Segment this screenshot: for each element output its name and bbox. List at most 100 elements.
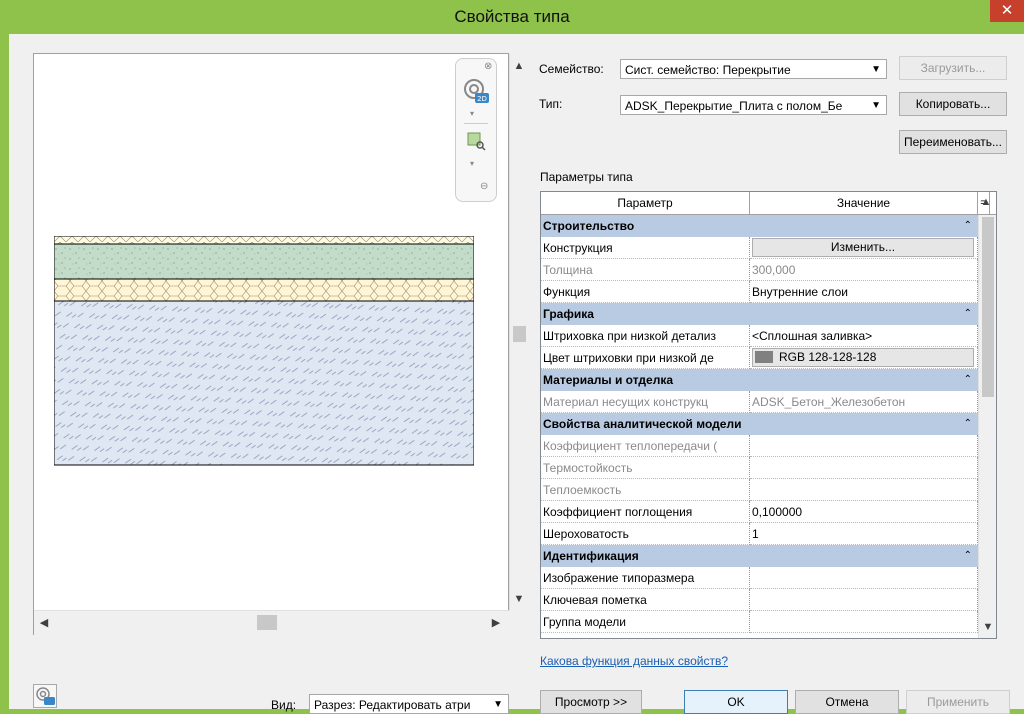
- column-header-parameter[interactable]: Параметр: [541, 192, 750, 214]
- column-header-value[interactable]: Значение: [750, 192, 978, 214]
- navbar-options-icon[interactable]: ⊖: [480, 181, 488, 192]
- grid-rows: Строительство ⌃ Конструкция Изменить... …: [541, 215, 978, 633]
- param-name: Штриховка при низкой детализ: [541, 325, 750, 347]
- rename-button[interactable]: Переименовать...: [899, 130, 1007, 154]
- param-name: Термостойкость: [541, 457, 750, 479]
- collapse-icon[interactable]: ⌃: [964, 215, 972, 237]
- window-title: Свойства типа: [454, 7, 570, 26]
- color-value: RGB 128-128-128: [779, 350, 877, 364]
- view-2d-icon[interactable]: [33, 684, 57, 708]
- scroll-right-icon[interactable]: ▶: [488, 615, 504, 631]
- collapse-icon[interactable]: ⌃: [964, 303, 972, 325]
- param-name: Шероховатость: [541, 523, 750, 545]
- table-row[interactable]: Изображение типоразмера: [541, 567, 978, 589]
- param-name: Изображение типоразмера: [541, 567, 750, 589]
- help-link[interactable]: Какова функция данных свойств?: [540, 654, 728, 668]
- param-name: Коэффициент поглощения: [541, 501, 750, 523]
- param-value: [750, 479, 978, 501]
- preview-button[interactable]: Просмотр >>: [540, 690, 642, 714]
- view-combo[interactable]: Разрез: Редактировать атри ▼: [309, 694, 509, 714]
- view-label: Вид:: [271, 698, 297, 712]
- param-value[interactable]: <Сплошная заливка>: [750, 325, 978, 347]
- chevron-down-icon: ▼: [871, 64, 881, 75]
- group-row-graphics[interactable]: Графика ⌃: [541, 303, 978, 325]
- type-value: ADSK_Перекрытие_Плита с полом_Бе: [625, 99, 843, 113]
- zoom-region-icon[interactable]: [466, 131, 486, 151]
- family-combo[interactable]: Сист. семейство: Перекрытие ▼: [620, 59, 887, 79]
- table-row[interactable]: Термостойкость: [541, 457, 978, 479]
- table-row[interactable]: Штриховка при низкой детализ <Сплошная з…: [541, 325, 978, 347]
- navbar-close-icon[interactable]: ⊗: [484, 61, 492, 72]
- preview-hscroll-thumb[interactable]: [257, 615, 277, 630]
- load-button[interactable]: Загрузить...: [899, 56, 1007, 80]
- copy-button[interactable]: Копировать...: [899, 92, 1007, 116]
- table-row[interactable]: Группа модели: [541, 611, 978, 633]
- group-row-analytical[interactable]: Свойства аналитической модели ⌃: [541, 413, 978, 435]
- grid-scroll-up-icon[interactable]: ▲: [978, 194, 994, 210]
- cancel-button[interactable]: Отмена: [795, 690, 899, 714]
- type-label: Тип:: [539, 97, 563, 111]
- navbar-dropdown-icon[interactable]: ▾: [470, 109, 474, 118]
- scroll-down-icon[interactable]: ▼: [511, 591, 527, 607]
- param-value[interactable]: Внутренние слои: [750, 281, 978, 303]
- param-value[interactable]: [750, 589, 978, 611]
- preview-horizontal-scrollbar[interactable]: ◀ ▶: [34, 610, 510, 635]
- group-row-identity[interactable]: Идентификация ⌃: [541, 545, 978, 567]
- type-parameters-grid[interactable]: Параметр Значение = Строительство ⌃ Конс…: [540, 191, 997, 639]
- type-combo[interactable]: ADSK_Перекрытие_Плита с полом_Бе ▼: [620, 95, 887, 115]
- param-value[interactable]: [750, 567, 978, 589]
- navbar-dropdown-icon-2[interactable]: ▾: [470, 159, 474, 168]
- param-value[interactable]: [750, 611, 978, 633]
- preview-vertical-scrollbar[interactable]: ▲ ▼: [509, 54, 529, 610]
- view-value: Разрез: Редактировать атри: [314, 698, 471, 712]
- param-name: Ключевая пометка: [541, 589, 750, 611]
- table-row[interactable]: Цвет штриховки при низкой де RGB 128-128…: [541, 347, 978, 369]
- collapse-icon[interactable]: ⌃: [964, 545, 972, 567]
- table-row[interactable]: Материал несущих конструкц ADSK_Бетон_Же…: [541, 391, 978, 413]
- table-row[interactable]: Функция Внутренние слои: [541, 281, 978, 303]
- param-name: Цвет штриховки при низкой де: [541, 347, 750, 369]
- ok-button[interactable]: OK: [684, 690, 788, 714]
- close-button[interactable]: ✕: [990, 0, 1024, 22]
- scroll-down-icon[interactable]: ▼: [980, 619, 996, 635]
- collapse-icon[interactable]: ⌃: [964, 413, 972, 435]
- param-name: Группа модели: [541, 611, 750, 633]
- floor-section-preview: [54, 236, 474, 466]
- window-titlebar: Свойства типа ✕: [0, 0, 1024, 34]
- table-row[interactable]: Коэффициент поглощения 0,100000: [541, 501, 978, 523]
- param-value-cell: RGB 128-128-128: [750, 347, 978, 369]
- param-name: Теплоемкость: [541, 479, 750, 501]
- grid-header: Параметр Значение =: [541, 192, 996, 215]
- param-name: Конструкция: [541, 237, 750, 259]
- steering-wheel-2d-icon[interactable]: 2D: [462, 77, 490, 105]
- edit-structure-button[interactable]: Изменить...: [752, 238, 974, 257]
- chevron-down-icon: ▼: [493, 699, 503, 710]
- navigation-bar[interactable]: ⊗ 2D ▾ ▾ ⊖: [455, 58, 497, 202]
- scroll-left-icon[interactable]: ◀: [36, 615, 52, 631]
- table-row[interactable]: Ключевая пометка: [541, 589, 978, 611]
- param-value: [750, 435, 978, 457]
- grid-vscroll-thumb[interactable]: [982, 217, 994, 397]
- group-row-construction[interactable]: Строительство ⌃: [541, 215, 978, 237]
- table-row[interactable]: Теплоемкость: [541, 479, 978, 501]
- table-row[interactable]: Шероховатость 1: [541, 523, 978, 545]
- group-row-materials[interactable]: Материалы и отделка ⌃: [541, 369, 978, 391]
- color-swatch: [755, 351, 773, 363]
- table-row[interactable]: Конструкция Изменить...: [541, 237, 978, 259]
- collapse-icon[interactable]: ⌃: [964, 369, 972, 391]
- scroll-up-icon[interactable]: ▲: [511, 58, 527, 74]
- param-value: ADSK_Бетон_Железобетон: [750, 391, 978, 413]
- preview-vscroll-thumb[interactable]: [513, 326, 526, 342]
- apply-button[interactable]: Применить: [906, 690, 1010, 714]
- table-row[interactable]: Толщина 300,000: [541, 259, 978, 281]
- grid-vertical-scrollbar[interactable]: ▲ ▼: [978, 215, 996, 638]
- table-row[interactable]: Коэффициент теплопередачи (: [541, 435, 978, 457]
- param-name: Коэффициент теплопередачи (: [541, 435, 750, 457]
- family-label: Семейство:: [539, 62, 604, 76]
- family-value: Сист. семейство: Перекрытие: [625, 63, 791, 77]
- param-name: Функция: [541, 281, 750, 303]
- param-name: Материал несущих конструкц: [541, 391, 750, 413]
- param-value[interactable]: 1: [750, 523, 978, 545]
- param-value[interactable]: 0,100000: [750, 501, 978, 523]
- color-button[interactable]: RGB 128-128-128: [752, 348, 974, 367]
